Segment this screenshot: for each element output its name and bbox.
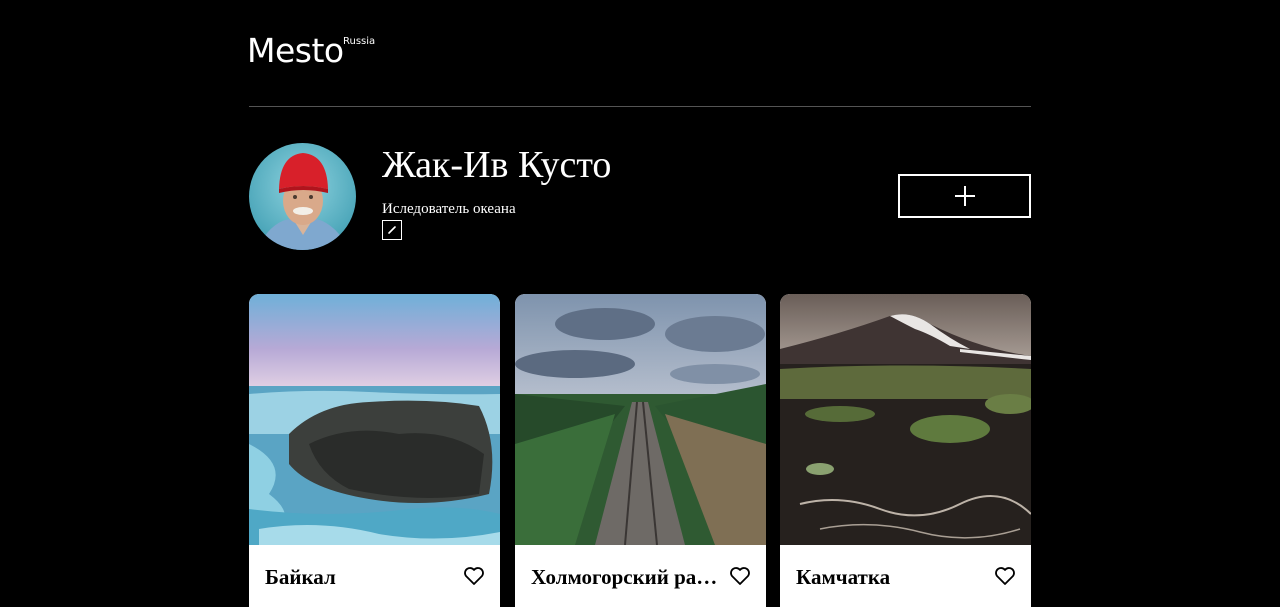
place-card: Камчатка bbox=[780, 294, 1031, 607]
pencil-icon bbox=[388, 226, 396, 234]
logo-region-label: Russia bbox=[343, 36, 376, 47]
heart-icon bbox=[730, 567, 750, 585]
heart-icon bbox=[464, 567, 484, 585]
like-button[interactable] bbox=[463, 566, 485, 586]
place-card: Холмогорский район bbox=[515, 294, 766, 607]
card-image-kholmogorsky[interactable] bbox=[515, 294, 766, 545]
card-title: Холмогорский район bbox=[531, 565, 721, 589]
edit-profile-button[interactable] bbox=[382, 220, 402, 240]
plus-icon bbox=[955, 186, 975, 206]
cards-grid: Байкал Холмогорский район Камчатка bbox=[249, 294, 1031, 607]
logo: Mesto bbox=[247, 31, 344, 70]
profile-avatar[interactable] bbox=[249, 143, 356, 250]
header: Mesto Russia bbox=[247, 0, 1031, 107]
like-button[interactable] bbox=[994, 566, 1016, 586]
like-button[interactable] bbox=[729, 566, 751, 586]
card-image-kamchatka[interactable] bbox=[780, 294, 1031, 545]
profile-name: Жак-Ив Кусто bbox=[382, 144, 612, 186]
card-title: Байкал bbox=[265, 565, 336, 589]
page: Mesto Russia Жак-Ив Кусто Иследователь о… bbox=[0, 0, 1280, 607]
avatar-photo bbox=[249, 143, 356, 250]
card-image-baikal[interactable] bbox=[249, 294, 500, 545]
card-title: Камчатка bbox=[796, 565, 891, 589]
add-card-button[interactable] bbox=[898, 174, 1031, 218]
place-card: Байкал bbox=[249, 294, 500, 607]
heart-icon bbox=[995, 567, 1015, 585]
profile-description: Иследователь океана bbox=[382, 201, 516, 217]
profile-section: Жак-Ив Кусто Иследователь океана bbox=[249, 143, 1031, 253]
